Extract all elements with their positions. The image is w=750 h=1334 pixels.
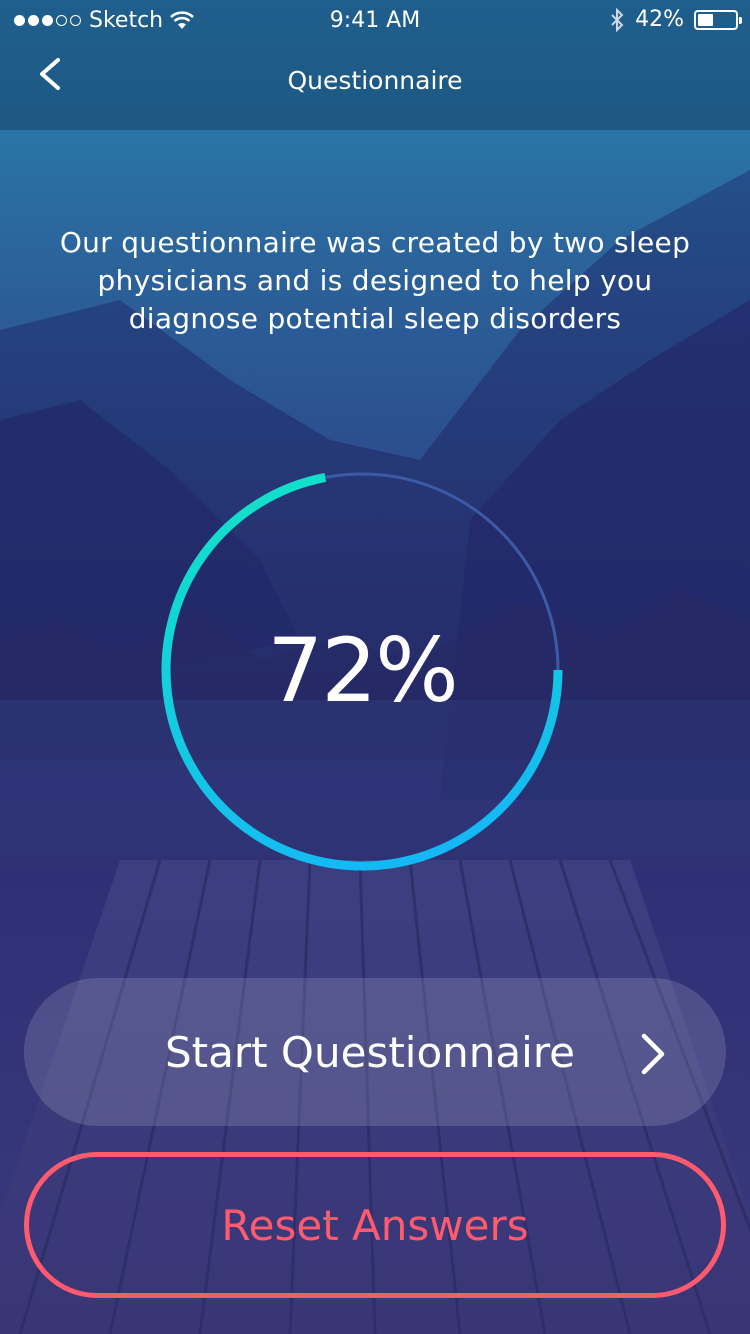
navigation-bar: Sketch 9:41 AM 42% Questionnaire xyxy=(0,0,750,130)
reset-answers-label: Reset Answers xyxy=(221,1200,529,1250)
intro-text: Our questionnaire was created by two sle… xyxy=(59,226,691,335)
chevron-right-icon xyxy=(641,1033,665,1075)
bluetooth-icon xyxy=(611,7,624,32)
progress-percent: 72% xyxy=(267,618,459,722)
status-bar: Sketch 9:41 AM 42% xyxy=(0,0,750,40)
start-questionnaire-button[interactable]: Start Questionnaire xyxy=(24,978,726,1126)
start-questionnaire-label: Start Questionnaire xyxy=(164,1027,575,1077)
battery-icon xyxy=(694,9,742,30)
page-title: Questionnaire xyxy=(287,66,463,95)
status-right: 42% xyxy=(609,7,742,32)
reset-answers-button[interactable]: Reset Answers xyxy=(24,1152,726,1298)
battery-percent: 42% xyxy=(635,7,684,32)
